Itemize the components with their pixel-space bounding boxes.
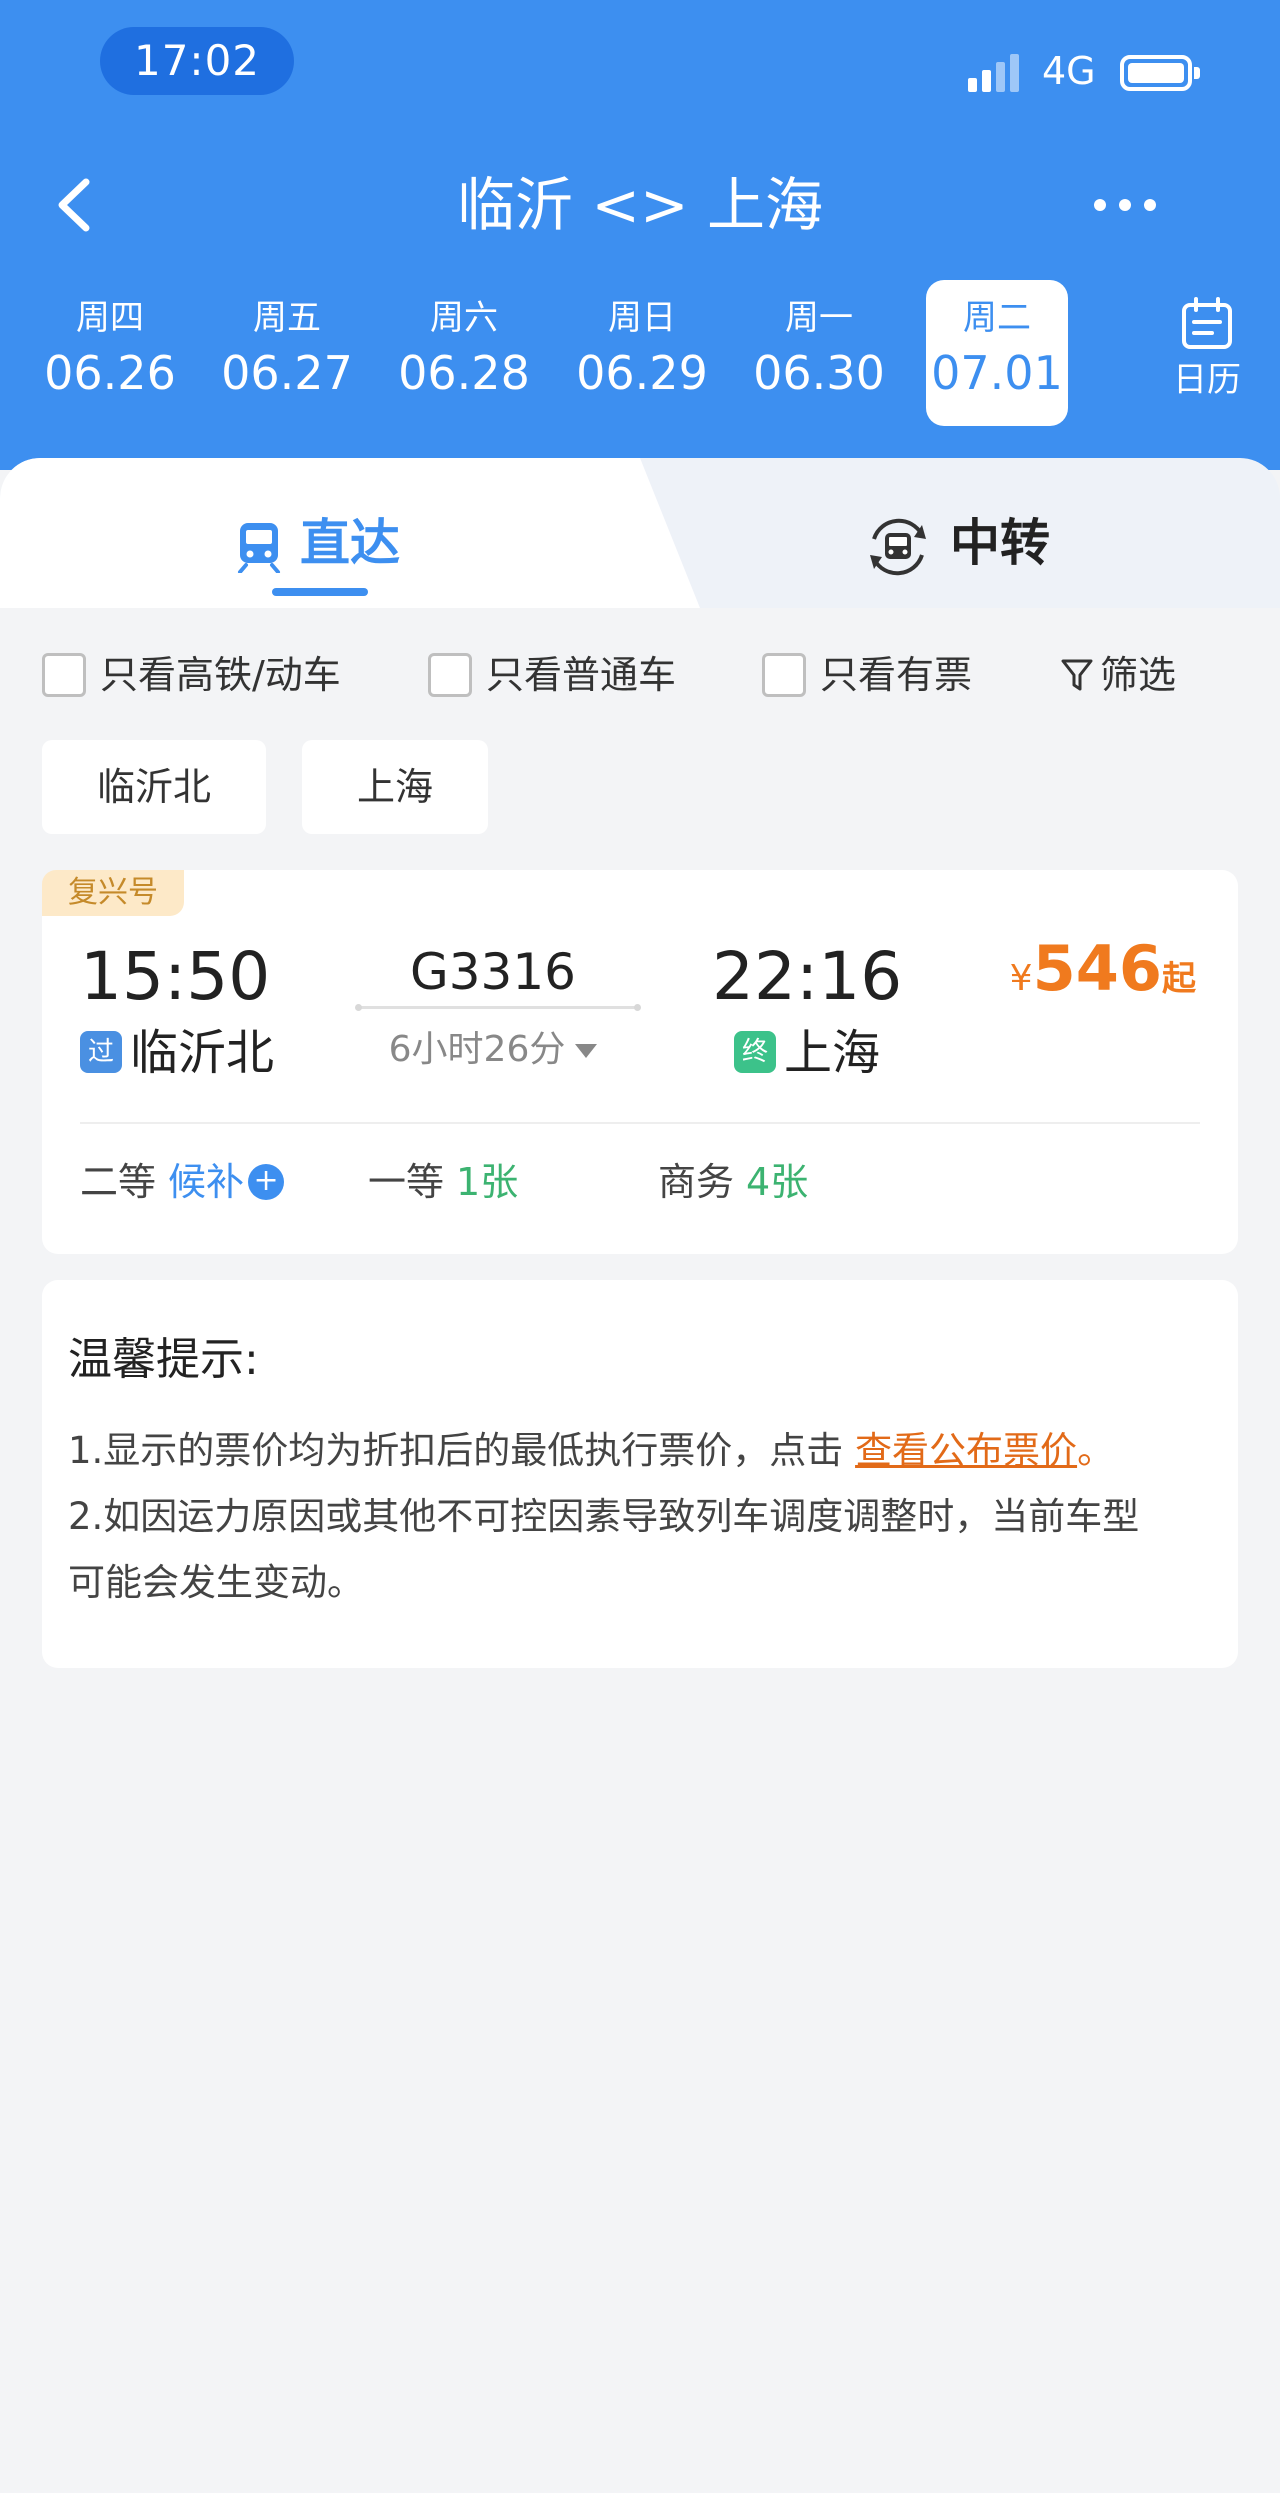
- checkbox-icon: [42, 652, 86, 697]
- caret-down-icon: [575, 1044, 598, 1058]
- transfer-icon: [870, 518, 926, 575]
- header-area: 17:02 4G 临沂 <> 上海 周四 06.26 周五 06.27 周六 0: [0, 0, 1280, 470]
- status-time: 17:02: [100, 27, 294, 95]
- filter-button[interactable]: 筛选: [1060, 640, 1176, 710]
- calendar-label: 日历: [1173, 360, 1241, 400]
- arrival-station: 终上海: [734, 1020, 880, 1086]
- seat-availability: 1张: [456, 1160, 519, 1204]
- funnel-icon: [1061, 659, 1093, 690]
- seat-second-class[interactable]: 二等 候补 +: [80, 1152, 285, 1212]
- seat-class-label: 一等: [368, 1160, 445, 1204]
- date-strip: 周四 06.26 周五 06.27 周六 06.28 周日 06.29 周一 0…: [0, 280, 1280, 430]
- date-weekday: 周二: [963, 298, 1031, 338]
- date-value: 06.26: [44, 346, 176, 400]
- price: ¥546起: [1010, 932, 1196, 1005]
- checkbox-icon: [428, 652, 472, 697]
- date-weekday: 周日: [608, 298, 676, 338]
- route-line: [355, 1004, 641, 1011]
- seat-class-label: 商务: [658, 1160, 735, 1204]
- departure-station: 过临沂北: [80, 1020, 274, 1086]
- arrival-time: 22:16: [712, 938, 903, 1015]
- seat-first-class[interactable]: 一等 1张: [368, 1152, 518, 1212]
- tab-active-indicator: [272, 588, 368, 596]
- tips-line-2: 2.如因运力原因或其他不可控因素导致列车调度调整时，当前车型: [68, 1495, 1140, 1538]
- filter-putong-label: 只看普通车: [486, 653, 677, 697]
- filter-gaotie-checkbox[interactable]: 只看高铁/动车: [42, 640, 341, 710]
- date-value: 06.27: [221, 346, 353, 400]
- network-label: 4G: [1042, 49, 1096, 93]
- date-value: 07.01: [931, 346, 1063, 400]
- page-title: 临沂 <> 上海: [456, 171, 824, 239]
- date-weekday: 周四: [76, 298, 144, 338]
- plus-circle-icon[interactable]: +: [248, 1163, 285, 1200]
- pass-badge: 过: [80, 1031, 122, 1073]
- filter-youpiao-checkbox[interactable]: 只看有票: [762, 640, 972, 710]
- tab-bar: 直达 中转: [0, 458, 1280, 608]
- calendar-icon: [1182, 297, 1232, 349]
- departure-time: 15:50: [80, 938, 271, 1015]
- tips-line-3: 可能会发生变动。: [68, 1561, 364, 1604]
- date-weekday: 周六: [430, 298, 498, 338]
- tab-transfer-label: 中转: [950, 514, 1050, 572]
- view-published-price-link[interactable]: 查看公布票价: [855, 1429, 1077, 1472]
- filter-button-label: 筛选: [1100, 653, 1177, 697]
- date-value: 06.30: [753, 346, 885, 400]
- filter-gaotie-label: 只看高铁/动车: [100, 653, 341, 697]
- departure-station-name: 临沂北: [130, 1025, 275, 1081]
- date-value: 06.28: [398, 346, 530, 400]
- train-type-tag: 复兴号: [42, 870, 184, 916]
- date-item[interactable]: 周四 06.26: [39, 280, 181, 426]
- arrival-station-name: 上海: [784, 1025, 881, 1081]
- duration-text: 6小时26分: [388, 1029, 566, 1070]
- filter-row: 只看高铁/动车 只看普通车 只看有票 筛选: [0, 640, 1280, 710]
- seat-business-class[interactable]: 商务 4张: [658, 1152, 808, 1212]
- price-value: 546: [1032, 932, 1162, 1005]
- date-item[interactable]: 周一 06.30: [748, 280, 890, 426]
- date-weekday: 周五: [253, 298, 321, 338]
- price-currency: ¥: [1009, 958, 1033, 999]
- tips-line-1: 1.显示的票价均为折扣后的最低执行票价，点击 查看公布票价。: [68, 1418, 1218, 1484]
- train-number: G3316: [410, 943, 576, 1001]
- seat-availability: 候补: [168, 1160, 245, 1204]
- nav-bar: 临沂 <> 上海: [0, 150, 1280, 260]
- train-icon: [238, 522, 280, 574]
- date-item[interactable]: 周六 06.28: [393, 280, 535, 426]
- tips-line-1-end: 。: [1077, 1429, 1115, 1472]
- tips-title: 温馨提示:: [68, 1334, 259, 1385]
- tab-direct-label: 直达: [300, 514, 400, 572]
- seat-class-label: 二等: [80, 1160, 157, 1204]
- seat-availability: 4张: [746, 1160, 809, 1204]
- duration-toggle[interactable]: 6小时26分: [358, 1020, 628, 1080]
- tab-direct[interactable]: 直达: [236, 508, 400, 578]
- date-item-selected[interactable]: 周二 07.01: [926, 280, 1068, 426]
- filter-putong-checkbox[interactable]: 只看普通车: [428, 640, 676, 710]
- tips-line-1-text: 1.显示的票价均为折扣后的最低执行票价，点击: [68, 1429, 856, 1472]
- more-icon[interactable]: [1090, 185, 1160, 225]
- status-bar: 17:02 4G: [0, 0, 1280, 120]
- terminal-badge: 终: [734, 1031, 776, 1073]
- station-chip-departure[interactable]: 临沂北: [42, 740, 266, 834]
- calendar-button[interactable]: 日历: [1152, 280, 1262, 426]
- train-card[interactable]: 复兴号 15:50 G3316 6小时26分 22:16 过临沂北 终上海 ¥5…: [42, 870, 1238, 1254]
- date-item[interactable]: 周五 06.27: [216, 280, 358, 426]
- date-value: 06.29: [576, 346, 708, 400]
- date-weekday: 周一: [785, 298, 853, 338]
- date-item[interactable]: 周日 06.29: [571, 280, 713, 426]
- tab-transfer[interactable]: 中转: [864, 508, 1050, 578]
- signal-icon: [968, 54, 1019, 92]
- checkbox-icon: [762, 652, 806, 697]
- station-chip-arrival[interactable]: 上海: [302, 740, 488, 834]
- price-suffix: 起: [1162, 959, 1196, 999]
- filter-youpiao-label: 只看有票: [820, 653, 973, 697]
- tips-card: 温馨提示: 1.显示的票价均为折扣后的最低执行票价，点击 查看公布票价。 2.如…: [42, 1280, 1238, 1668]
- battery-icon: [1120, 55, 1200, 91]
- divider: [80, 1122, 1200, 1124]
